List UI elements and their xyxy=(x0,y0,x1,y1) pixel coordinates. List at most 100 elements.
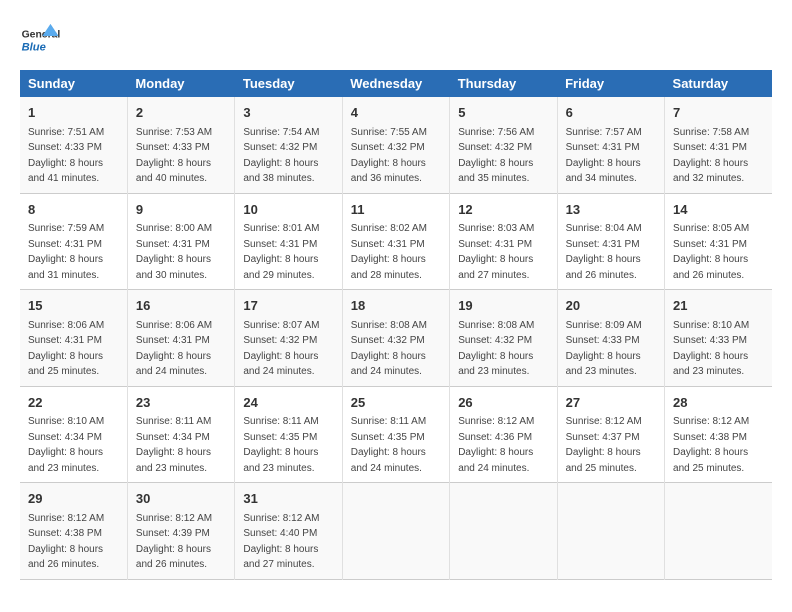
calendar-day-cell: 1Sunrise: 7:51 AMSunset: 4:33 PMDaylight… xyxy=(20,97,127,193)
calendar-week-row: 1Sunrise: 7:51 AMSunset: 4:33 PMDaylight… xyxy=(20,97,772,193)
day-number: 20 xyxy=(566,296,656,316)
svg-text:Blue: Blue xyxy=(22,41,46,53)
day-info: Sunrise: 8:06 AMSunset: 4:31 PMDaylight:… xyxy=(136,318,226,380)
day-info: Sunrise: 8:00 AMSunset: 4:31 PMDaylight:… xyxy=(136,221,226,283)
calendar-day-cell: 23Sunrise: 8:11 AMSunset: 4:34 PMDayligh… xyxy=(127,386,234,483)
weekday-header-cell: Monday xyxy=(127,70,234,97)
weekday-header-cell: Wednesday xyxy=(342,70,449,97)
day-number: 27 xyxy=(566,393,656,413)
calendar-day-cell: 22Sunrise: 8:10 AMSunset: 4:34 PMDayligh… xyxy=(20,386,127,483)
day-number: 13 xyxy=(566,200,656,220)
calendar-day-cell: 4Sunrise: 7:55 AMSunset: 4:32 PMDaylight… xyxy=(342,97,449,193)
logo: General Blue xyxy=(20,20,65,60)
calendar-day-cell: 5Sunrise: 7:56 AMSunset: 4:32 PMDaylight… xyxy=(450,97,557,193)
day-number: 4 xyxy=(351,103,441,123)
calendar-day-cell: 25Sunrise: 8:11 AMSunset: 4:35 PMDayligh… xyxy=(342,386,449,483)
calendar-week-row: 15 Sunrise: 8:06 AMSunset: 4:31 PMDayligh… xyxy=(20,290,772,387)
page-header: General Blue xyxy=(20,20,772,60)
calendar-day-cell: 14Sunrise: 8:05 AMSunset: 4:31 PMDayligh… xyxy=(665,193,772,290)
day-info: Sunrise: 8:05 AMSunset: 4:31 PMDaylight:… xyxy=(673,221,764,283)
day-number: 23 xyxy=(136,393,226,413)
calendar-day-cell: 2Sunrise: 7:53 AMSunset: 4:33 PMDaylight… xyxy=(127,97,234,193)
day-info: Sunrise: 8:12 AMSunset: 4:37 PMDaylight:… xyxy=(566,414,656,476)
weekday-header-cell: Sunday xyxy=(20,70,127,97)
day-info: Sunrise: 7:54 AMSunset: 4:32 PMDaylight:… xyxy=(243,125,333,187)
day-number: 6 xyxy=(566,103,656,123)
day-number: 15 xyxy=(28,296,119,316)
day-number: 22 xyxy=(28,393,119,413)
day-number: 30 xyxy=(136,489,226,509)
calendar-week-row: 29Sunrise: 8:12 AMSunset: 4:38 PMDayligh… xyxy=(20,483,772,580)
weekday-header-cell: Tuesday xyxy=(235,70,342,97)
calendar-day-cell: 29Sunrise: 8:12 AMSunset: 4:38 PMDayligh… xyxy=(20,483,127,580)
weekday-header-cell: Thursday xyxy=(450,70,557,97)
calendar-week-row: 22Sunrise: 8:10 AMSunset: 4:34 PMDayligh… xyxy=(20,386,772,483)
weekday-header-cell: Friday xyxy=(557,70,664,97)
day-info: Sunrise: 8:10 AMSunset: 4:34 PMDaylight:… xyxy=(28,414,119,476)
calendar-day-cell: 31Sunrise: 8:12 AMSunset: 4:40 PMDayligh… xyxy=(235,483,342,580)
calendar-day-cell xyxy=(450,483,557,580)
day-info: Sunrise: 8:01 AMSunset: 4:31 PMDaylight:… xyxy=(243,221,333,283)
calendar-day-cell: 15Sunrise: 8:06 AMSunset: 4:31 PMDayligh… xyxy=(20,290,127,387)
calendar-day-cell: 12Sunrise: 8:03 AMSunset: 4:31 PMDayligh… xyxy=(450,193,557,290)
day-info: Sunrise: 7:55 AMSunset: 4:32 PMDaylight:… xyxy=(351,125,441,187)
calendar-day-cell: 9Sunrise: 8:00 AMSunset: 4:31 PMDaylight… xyxy=(127,193,234,290)
day-info: Sunrise: 8:04 AMSunset: 4:31 PMDaylight:… xyxy=(566,221,656,283)
calendar-day-cell: 20Sunrise: 8:09 AMSunset: 4:33 PMDayligh… xyxy=(557,290,664,387)
day-number: 28 xyxy=(673,393,764,413)
day-info: Sunrise: 8:10 AMSunset: 4:33 PMDaylight:… xyxy=(673,318,764,380)
day-number: 14 xyxy=(673,200,764,220)
day-number: 17 xyxy=(243,296,333,316)
day-info: Sunrise: 8:12 AMSunset: 4:38 PMDaylight:… xyxy=(28,511,119,573)
day-number: 29 xyxy=(28,489,119,509)
calendar-body: 1Sunrise: 7:51 AMSunset: 4:33 PMDaylight… xyxy=(20,97,772,579)
day-number: 25 xyxy=(351,393,441,413)
calendar-day-cell: 27Sunrise: 8:12 AMSunset: 4:37 PMDayligh… xyxy=(557,386,664,483)
day-number: 24 xyxy=(243,393,333,413)
day-info: Sunrise: 7:57 AMSunset: 4:31 PMDaylight:… xyxy=(566,125,656,187)
day-number: 19 xyxy=(458,296,548,316)
day-info: Sunrise: 8:12 AMSunset: 4:36 PMDaylight:… xyxy=(458,414,548,476)
day-number: 26 xyxy=(458,393,548,413)
calendar-day-cell: 16Sunrise: 8:06 AMSunset: 4:31 PMDayligh… xyxy=(127,290,234,387)
day-number: 2 xyxy=(136,103,226,123)
calendar-day-cell: 3Sunrise: 7:54 AMSunset: 4:32 PMDaylight… xyxy=(235,97,342,193)
day-number: 5 xyxy=(458,103,548,123)
day-number: 3 xyxy=(243,103,333,123)
day-info: Sunrise: 8:12 AMSunset: 4:40 PMDaylight:… xyxy=(243,511,333,573)
day-info: Sunrise: 8:07 AMSunset: 4:32 PMDaylight:… xyxy=(243,318,333,380)
calendar-day-cell: 6Sunrise: 7:57 AMSunset: 4:31 PMDaylight… xyxy=(557,97,664,193)
day-number: 18 xyxy=(351,296,441,316)
day-number: 31 xyxy=(243,489,333,509)
day-number: 9 xyxy=(136,200,226,220)
calendar-day-cell: 7Sunrise: 7:58 AMSunset: 4:31 PMDaylight… xyxy=(665,97,772,193)
calendar-day-cell: 30Sunrise: 8:12 AMSunset: 4:39 PMDayligh… xyxy=(127,483,234,580)
day-info: Sunrise: 7:56 AMSunset: 4:32 PMDaylight:… xyxy=(458,125,548,187)
day-info: Sunrise: 8:08 AMSunset: 4:32 PMDaylight:… xyxy=(458,318,548,380)
day-info: Sunrise: 7:58 AMSunset: 4:31 PMDaylight:… xyxy=(673,125,764,187)
day-info: Sunrise: 7:53 AMSunset: 4:33 PMDaylight:… xyxy=(136,125,226,187)
day-info: Sunrise: 8:11 AMSunset: 4:35 PMDaylight:… xyxy=(243,414,333,476)
calendar-day-cell: 26Sunrise: 8:12 AMSunset: 4:36 PMDayligh… xyxy=(450,386,557,483)
day-number: 1 xyxy=(28,103,119,123)
calendar-day-cell: 19Sunrise: 8:08 AMSunset: 4:32 PMDayligh… xyxy=(450,290,557,387)
calendar-day-cell: 13Sunrise: 8:04 AMSunset: 4:31 PMDayligh… xyxy=(557,193,664,290)
calendar-day-cell xyxy=(342,483,449,580)
day-number: 12 xyxy=(458,200,548,220)
day-info: Sunrise: 8:02 AMSunset: 4:31 PMDaylight:… xyxy=(351,221,441,283)
day-number: 21 xyxy=(673,296,764,316)
day-info: Sunrise: 7:59 AMSunset: 4:31 PMDaylight:… xyxy=(28,221,119,283)
day-info: Sunrise: 8:11 AMSunset: 4:35 PMDaylight:… xyxy=(351,414,441,476)
calendar-day-cell xyxy=(665,483,772,580)
day-info: Sunrise: 8:12 AMSunset: 4:39 PMDaylight:… xyxy=(136,511,226,573)
day-info: Sunrise: 7:51 AMSunset: 4:33 PMDaylight:… xyxy=(28,125,119,187)
day-info: Sunrise: 8:09 AMSunset: 4:33 PMDaylight:… xyxy=(566,318,656,380)
calendar-day-cell: 11Sunrise: 8:02 AMSunset: 4:31 PMDayligh… xyxy=(342,193,449,290)
day-info: Sunrise: 8:03 AMSunset: 4:31 PMDaylight:… xyxy=(458,221,548,283)
calendar-day-cell: 17Sunrise: 8:07 AMSunset: 4:32 PMDayligh… xyxy=(235,290,342,387)
calendar-day-cell: 21Sunrise: 8:10 AMSunset: 4:33 PMDayligh… xyxy=(665,290,772,387)
calendar-day-cell: 10Sunrise: 8:01 AMSunset: 4:31 PMDayligh… xyxy=(235,193,342,290)
calendar-table: SundayMondayTuesdayWednesdayThursdayFrid… xyxy=(20,70,772,580)
day-number: 7 xyxy=(673,103,764,123)
calendar-day-cell xyxy=(557,483,664,580)
